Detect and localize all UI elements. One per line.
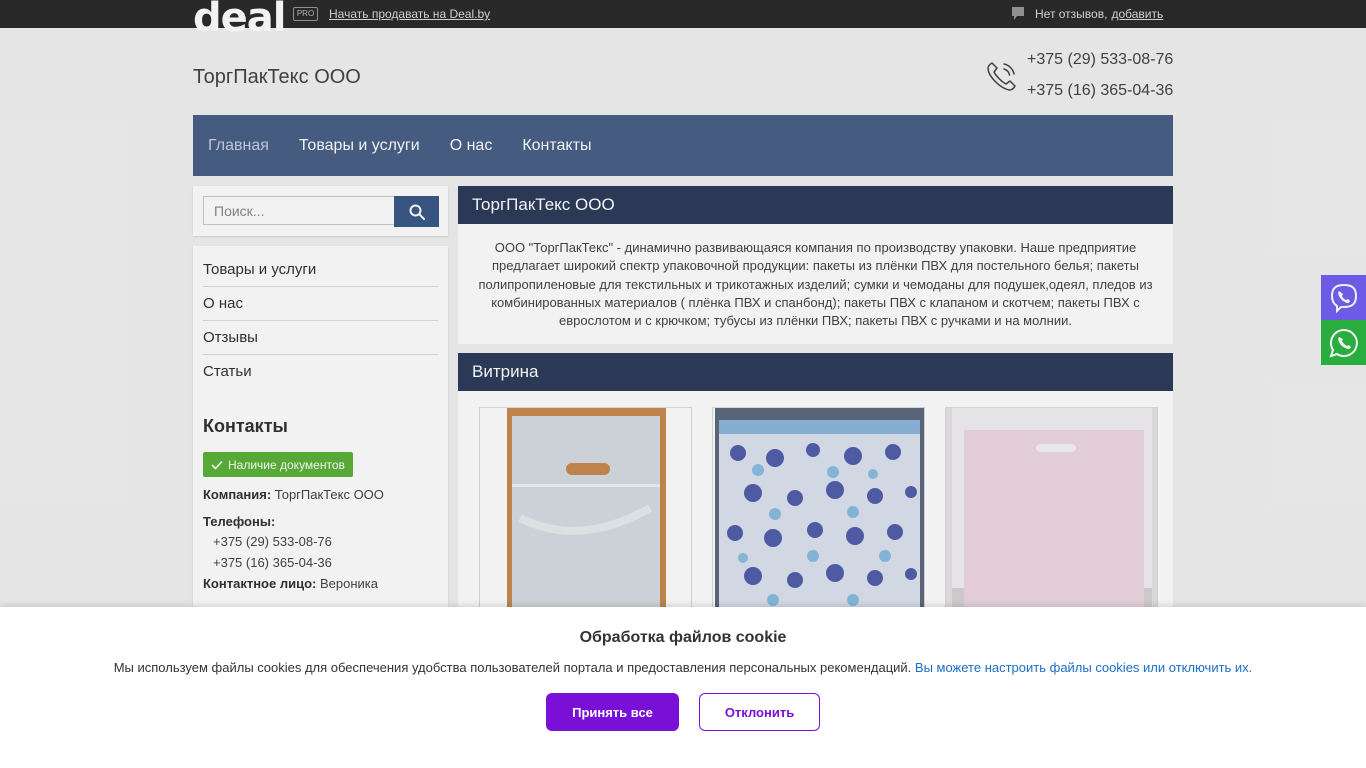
sidebar: Товары и услуги О нас Отзывы Статьи Конт…	[193, 246, 448, 646]
product-image-pink-bag	[946, 408, 1157, 636]
about-text: ООО "ТоргПакТекс" - динамично развивающа…	[458, 224, 1173, 344]
search-button[interactable]	[394, 196, 439, 227]
reviews-status: Нет отзывов, добавить	[1012, 7, 1163, 21]
nav-item-home[interactable]: Главная	[208, 137, 269, 155]
contacts-title: Контакты	[203, 416, 288, 436]
whatsapp-button[interactable]	[1321, 320, 1366, 365]
cookie-actions: Принять все Отклонить	[0, 693, 1366, 731]
main-title: ТоргПакТекс ООО	[458, 186, 1173, 224]
company-label: Компания:	[203, 487, 272, 502]
start-selling-link[interactable]: Начать продавать на Deal.by	[329, 7, 490, 21]
company-value: ТоргПакТекс ООО	[274, 487, 384, 502]
top-bar: deal PRO Начать продавать на Deal.by Нет…	[0, 0, 1366, 38]
cookie-title: Обработка файлов cookie	[579, 629, 787, 646]
decline-button[interactable]: Отклонить	[699, 693, 820, 731]
deal-logo[interactable]: deal	[193, 0, 286, 38]
search-input[interactable]	[203, 196, 395, 225]
cookie-settings-link[interactable]: Вы можете настроить файлы cookies или от…	[915, 660, 1252, 675]
documents-badge-label: Наличие документов	[228, 457, 345, 472]
documents-badge[interactable]: Наличие документов	[203, 452, 353, 477]
header-phone-1[interactable]: +375 (29) 533-08-76	[1027, 51, 1173, 69]
main-nav: Главная Товары и услуги О нас Контакты	[193, 115, 1173, 176]
product-image-pillow-bag	[713, 408, 924, 636]
comment-icon	[1012, 7, 1024, 20]
product-card-3[interactable]	[945, 407, 1158, 637]
contact-person: Контактное лицо: Вероника	[203, 576, 438, 591]
product-card-2[interactable]	[712, 407, 925, 637]
company-info: Компания: ТоргПакТекс ООО	[203, 487, 438, 502]
cookie-text: Мы используем файлы cookies для обеспече…	[113, 660, 912, 675]
whatsapp-icon	[1328, 328, 1358, 358]
phones-label-row: Телефоны:	[203, 514, 438, 529]
cookie-text-row: Мы используем файлы cookies для обеспече…	[0, 660, 1366, 675]
search-box	[193, 186, 448, 236]
phones-label: Телефоны:	[203, 514, 276, 529]
product-card-1[interactable]	[479, 407, 692, 637]
nav-item-products[interactable]: Товары и услуги	[299, 137, 420, 155]
viber-icon	[1330, 283, 1357, 313]
accept-all-button[interactable]: Принять все	[546, 693, 679, 731]
company-title: ТоргПакТекс ООО	[193, 66, 361, 88]
pro-badge: PRO	[293, 7, 318, 21]
sidebar-phone-1[interactable]: +375 (29) 533-08-76	[213, 534, 438, 549]
showcase-title: Витрина	[458, 353, 1173, 391]
sidebar-item-reviews[interactable]: Отзывы	[203, 321, 438, 355]
phone-icon	[987, 62, 1016, 91]
sidebar-menu: Товары и услуги О нас Отзывы Статьи	[203, 253, 438, 389]
nav-item-about[interactable]: О нас	[450, 137, 493, 155]
sidebar-item-articles[interactable]: Статьи	[203, 355, 438, 389]
sidebar-phone-2[interactable]: +375 (16) 365-04-36	[213, 555, 438, 570]
contact-value: Вероника	[319, 576, 378, 591]
reviews-text: Нет отзывов,	[1035, 7, 1108, 21]
cookie-banner: Обработка файлов cookie Мы используем фа…	[0, 607, 1366, 768]
header-phone-2[interactable]: +375 (16) 365-04-36	[1027, 82, 1173, 100]
sidebar-item-about[interactable]: О нас	[203, 287, 438, 321]
nav-item-contacts[interactable]: Контакты	[522, 137, 591, 155]
contact-label: Контактное лицо:	[203, 576, 317, 591]
sidebar-item-products[interactable]: Товары и услуги	[203, 253, 438, 287]
check-icon	[211, 460, 223, 470]
viber-button[interactable]	[1321, 275, 1366, 320]
add-review-link[interactable]: добавить	[1111, 7, 1163, 21]
search-icon	[409, 204, 425, 220]
product-image-bag-with-handle	[480, 408, 691, 636]
